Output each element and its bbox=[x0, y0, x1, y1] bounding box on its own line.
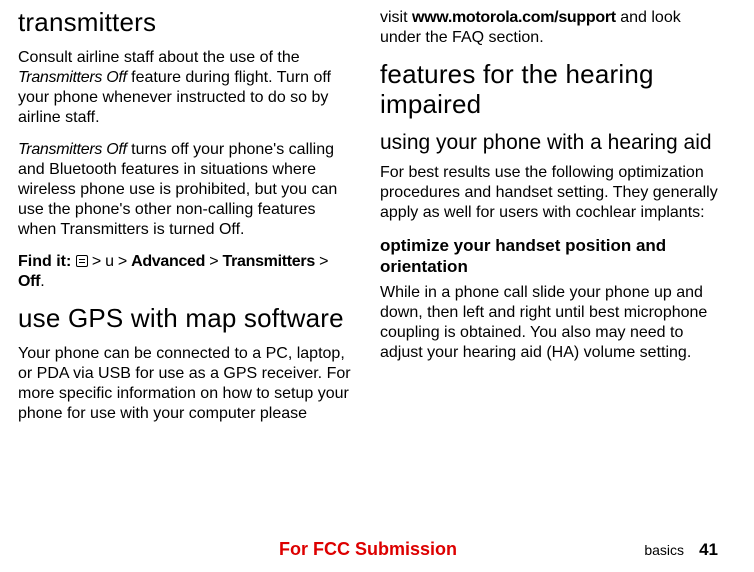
para-handset-position: While in a phone call slide your phone u… bbox=[380, 283, 718, 363]
section-label: basics bbox=[644, 542, 684, 558]
text: visit bbox=[380, 9, 412, 26]
text: Consult airline staff about the use of t… bbox=[18, 49, 300, 66]
find-it-label: Find it: bbox=[18, 253, 76, 270]
menu-transmitters: Transmitters bbox=[222, 253, 314, 270]
text-transmitters-off: Transmitters Off bbox=[18, 141, 127, 158]
text-transmitters-off: Transmitters Off bbox=[18, 69, 127, 86]
menu-key-icon bbox=[76, 255, 88, 267]
text: > bbox=[205, 253, 222, 270]
support-url: www.motorola.com/support bbox=[412, 9, 616, 26]
para-support: visit www.motorola.com/support and look … bbox=[380, 8, 718, 48]
text: > bbox=[88, 253, 105, 270]
text: . bbox=[40, 273, 44, 290]
page-number: 41 bbox=[699, 540, 718, 560]
text: > bbox=[315, 253, 328, 270]
fcc-submission-label: For FCC Submission bbox=[18, 539, 718, 560]
heading-handset-position: optimize your handset position and orien… bbox=[380, 235, 718, 278]
para-gps: Your phone can be connected to a PC, lap… bbox=[18, 344, 356, 424]
heading-hearing-aid: using your phone with a hearing aid bbox=[380, 130, 718, 155]
para-airline: Consult airline staff about the use of t… bbox=[18, 48, 356, 128]
menu-off: Off bbox=[18, 273, 40, 290]
text: u bbox=[105, 253, 114, 270]
menu-advanced: Advanced bbox=[131, 253, 205, 270]
heading-gps: use GPS with map software bbox=[18, 304, 356, 334]
heading-transmitters: transmitters bbox=[18, 8, 356, 38]
text: > bbox=[114, 253, 131, 270]
heading-hearing-impaired: features for the hearing impaired bbox=[380, 60, 718, 120]
para-optimization: For best results use the following optim… bbox=[380, 163, 718, 223]
para-transmitters-off: Transmitters Off turns off your phone's … bbox=[18, 140, 356, 240]
find-it-line: Find it: > u > Advanced > Transmitters >… bbox=[18, 252, 356, 292]
